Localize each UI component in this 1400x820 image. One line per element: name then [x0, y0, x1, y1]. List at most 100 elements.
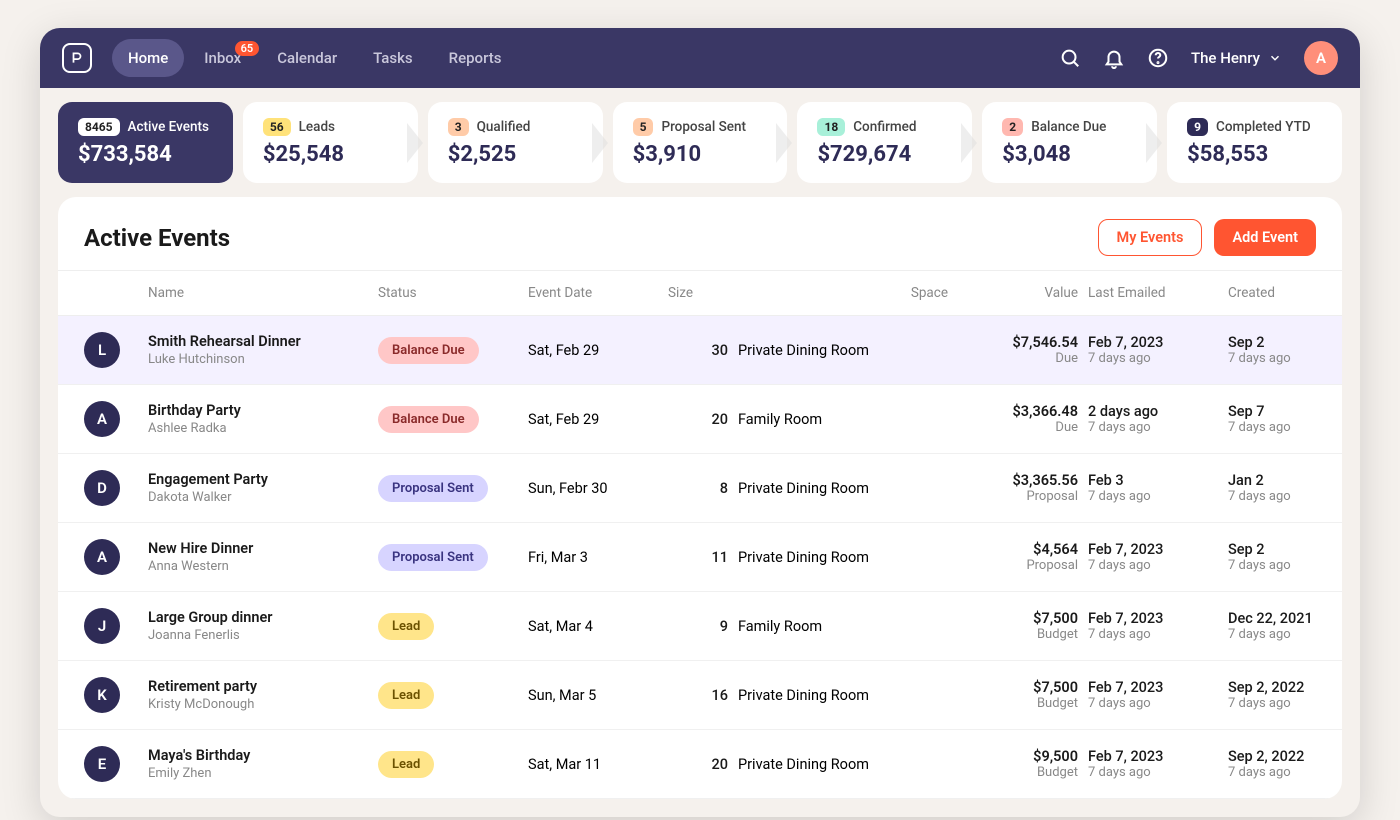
event-size: 9	[668, 618, 728, 635]
event-value-sub: Due	[958, 420, 1078, 435]
topbar-right: The Henry A	[1059, 41, 1338, 75]
event-date: Sun, Febr 30	[528, 480, 658, 497]
event-title: Engagement Party	[148, 471, 368, 488]
panel-actions: My Events Add Event	[1098, 219, 1316, 256]
row-avatar: A	[84, 401, 120, 437]
created-sub: 7 days ago	[1228, 696, 1342, 711]
stage-balance-due[interactable]: 2Balance Due$3,048	[982, 102, 1157, 183]
status-badge: Proposal Sent	[378, 475, 488, 502]
stage-label: Confirmed	[853, 119, 916, 135]
event-value-sub: Budget	[958, 627, 1078, 642]
stage-confirmed[interactable]: 18Confirmed$729,674	[797, 102, 972, 183]
event-title: Smith Rehearsal Dinner	[148, 333, 368, 350]
help-icon[interactable]	[1147, 47, 1169, 69]
event-size: 11	[668, 549, 728, 566]
stage-amount: $729,674	[817, 142, 952, 167]
main-nav: HomeInbox65CalendarTasksReports	[112, 39, 517, 77]
table-row[interactable]: J Large Group dinnerJoanna Fenerlis Lead…	[58, 592, 1342, 661]
stage-active-events[interactable]: 8465Active Events$733,584	[58, 102, 233, 183]
stage-completed-ytd[interactable]: 9 Completed YTD $58,553	[1167, 102, 1342, 183]
created-sub: 7 days ago	[1228, 420, 1342, 435]
last-emailed-sub: 7 days ago	[1088, 696, 1218, 711]
stage-proposal-sent[interactable]: 5Proposal Sent$3,910	[613, 102, 788, 183]
row-avatar: L	[84, 332, 120, 368]
event-space: Private Dining Room	[738, 687, 948, 704]
add-event-button[interactable]: Add Event	[1214, 219, 1316, 256]
last-emailed: Feb 7, 2023	[1088, 610, 1218, 627]
event-value: $3,365.56	[958, 472, 1078, 489]
created-date: Sep 2	[1228, 334, 1342, 351]
stage-count: 5	[633, 118, 654, 136]
last-emailed: 2 days ago	[1088, 403, 1218, 420]
column-header[interactable]: Created	[1228, 285, 1342, 301]
event-date: Sat, Mar 4	[528, 618, 658, 635]
nav-inbox[interactable]: Inbox65	[188, 39, 257, 77]
created-date: Sep 2, 2022	[1228, 748, 1342, 765]
column-header[interactable]: Name	[148, 285, 368, 301]
stage-amount: $3,910	[633, 142, 768, 167]
stage-label: Completed YTD	[1216, 119, 1311, 135]
app-logo[interactable]	[62, 43, 92, 73]
created-date: Jan 2	[1228, 472, 1342, 489]
stage-count: 9	[1187, 118, 1208, 136]
row-avatar: E	[84, 746, 120, 782]
table-row[interactable]: K Retirement partyKristy McDonough Lead …	[58, 661, 1342, 730]
event-space: Private Dining Room	[738, 756, 948, 773]
column-header[interactable]: Event Date	[528, 285, 658, 301]
inbox-badge: 65	[235, 41, 260, 56]
pipeline-stages: 8465Active Events$733,58456Leads$25,5483…	[40, 88, 1360, 197]
event-size: 20	[668, 756, 728, 773]
column-header[interactable]: Last Emailed	[1088, 285, 1218, 301]
app-window: HomeInbox65CalendarTasksReports The Henr…	[40, 28, 1360, 817]
table-row[interactable]: A Birthday PartyAshlee Radka Balance Due…	[58, 385, 1342, 454]
last-emailed-sub: 7 days ago	[1088, 489, 1218, 504]
event-title: Large Group dinner	[148, 609, 368, 626]
stage-amount: $58,553	[1187, 142, 1322, 167]
stage-amount: $733,584	[78, 142, 213, 167]
search-icon[interactable]	[1059, 47, 1081, 69]
event-date: Fri, Mar 3	[528, 549, 658, 566]
event-value: $4,564	[958, 541, 1078, 558]
column-header[interactable]: Status	[378, 285, 518, 301]
event-size: 30	[668, 342, 728, 359]
event-size: 20	[668, 411, 728, 428]
logo-icon	[70, 51, 84, 65]
table-row[interactable]: L Smith Rehearsal DinnerLuke Hutchinson …	[58, 316, 1342, 385]
table-row[interactable]: D Engagement PartyDakota Walker Proposal…	[58, 454, 1342, 523]
event-value-sub: Proposal	[958, 489, 1078, 504]
event-date: Sun, Mar 5	[528, 687, 658, 704]
stage-label: Balance Due	[1031, 119, 1106, 135]
event-contact: Luke Hutchinson	[148, 352, 368, 367]
event-contact: Joanna Fenerlis	[148, 628, 368, 643]
event-value: $3,366.48	[958, 403, 1078, 420]
event-space: Private Dining Room	[738, 342, 948, 359]
table-row[interactable]: A New Hire DinnerAnna Western Proposal S…	[58, 523, 1342, 592]
status-badge: Balance Due	[378, 406, 479, 433]
event-contact: Emily Zhen	[148, 766, 368, 781]
nav-calendar[interactable]: Calendar	[261, 39, 353, 77]
status-badge: Balance Due	[378, 337, 479, 364]
nav-tasks[interactable]: Tasks	[357, 39, 429, 77]
org-switcher[interactable]: The Henry	[1191, 49, 1282, 67]
stage-qualified[interactable]: 3Qualified$2,525	[428, 102, 603, 183]
stage-amount: $2,525	[448, 142, 583, 167]
stage-leads[interactable]: 56Leads$25,548	[243, 102, 418, 183]
created-sub: 7 days ago	[1228, 351, 1342, 366]
user-avatar[interactable]: A	[1304, 41, 1338, 75]
column-header[interactable]: Space	[738, 285, 948, 301]
column-header[interactable]: Value	[958, 285, 1078, 301]
column-header[interactable]	[84, 285, 138, 301]
event-value: $7,546.54	[958, 334, 1078, 351]
event-space: Family Room	[738, 411, 948, 428]
nav-home[interactable]: Home	[112, 39, 184, 77]
nav-reports[interactable]: Reports	[433, 39, 518, 77]
column-header[interactable]: Size	[668, 285, 728, 301]
created-date: Sep 7	[1228, 403, 1342, 420]
status-badge: Lead	[378, 682, 434, 709]
my-events-button[interactable]: My Events	[1098, 219, 1203, 256]
event-title: Birthday Party	[148, 402, 368, 419]
last-emailed: Feb 7, 2023	[1088, 679, 1218, 696]
bell-icon[interactable]	[1103, 47, 1125, 69]
table-row[interactable]: E Maya's BirthdayEmily Zhen Lead Sat, Ma…	[58, 730, 1342, 799]
panel-title: Active Events	[84, 224, 230, 252]
